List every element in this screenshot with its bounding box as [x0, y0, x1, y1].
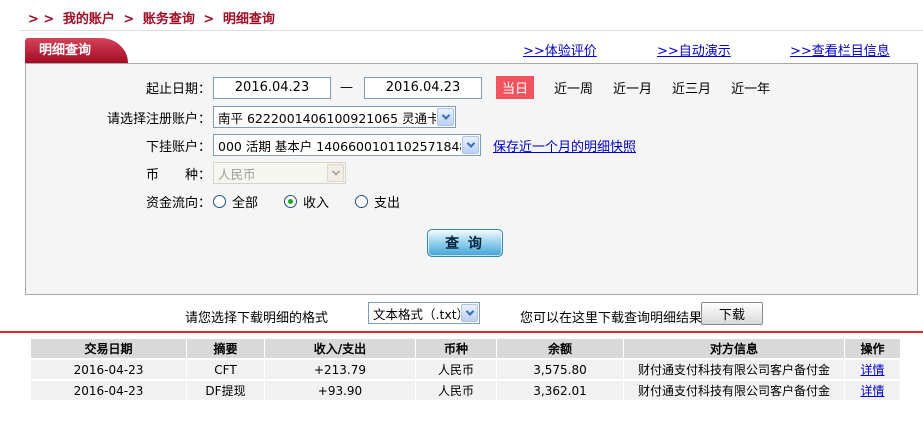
col-header-counterparty: 对方信息	[624, 339, 844, 358]
breadcrumb-item-account-query[interactable]: 账务查询	[143, 12, 195, 27]
range-last-3-months[interactable]: 近三月	[672, 78, 711, 97]
cell-date: 2016-04-23	[31, 381, 186, 400]
register-account-value: 南平 6222001406100921065 灵通卡	[218, 110, 436, 126]
auto-demo-link[interactable]: >>自动演示	[657, 40, 731, 59]
range-last-week[interactable]: 近一周	[554, 78, 593, 97]
cell-date: 2016-04-23	[31, 360, 186, 379]
chevron-down-icon	[466, 139, 475, 148]
breadcrumb-item-detail-query[interactable]: 明细查询	[223, 12, 275, 27]
detail-link[interactable]: 详情	[860, 363, 884, 377]
flow-radio-income-label: 收入	[303, 196, 330, 211]
currency-select: 人民币	[213, 162, 346, 184]
cell-summary: CFT	[187, 360, 264, 379]
date-range-dash: —	[340, 80, 353, 95]
breadcrumb-separator: >	[203, 12, 215, 27]
chevron-down-icon	[331, 167, 340, 176]
sub-account-dropdown-button[interactable]	[462, 136, 479, 154]
download-format-dropdown-button[interactable]	[461, 304, 478, 322]
fund-flow-row: 资金流向： 全部 收入 支出	[26, 192, 917, 211]
date-range-label: 起止日期：	[145, 82, 211, 97]
register-account-label: 请选择注册账户：	[106, 111, 211, 127]
detail-query-page: > > 我的账户 > 账务查询 > 明细查询 明细查询 >>体验评价 >>自动演…	[0, 0, 923, 423]
col-header-currency: 币种	[416, 339, 496, 358]
chevron-down-icon	[441, 111, 450, 120]
download-format-select[interactable]: 文本格式（.txt）	[368, 302, 480, 324]
table-header-row: 交易日期 摘要 收入/支出 币种 余额 对方信息 操作	[31, 339, 900, 358]
register-account-select[interactable]: 南平 6222001406100921065 灵通卡	[213, 106, 456, 128]
breadcrumb-separator: >	[123, 12, 135, 27]
currency-row: 币 种： 人民币	[26, 162, 917, 184]
col-header-summary: 摘要	[187, 339, 264, 358]
fund-flow-label: 资金流向：	[145, 196, 211, 211]
table-row: 2016-04-23 DF提现 +93.90 人民币 3,362.01 财付通支…	[31, 381, 900, 400]
tab-label: 明细查询	[39, 43, 92, 58]
download-format-label: 请您选择下载明细的格式	[185, 311, 329, 326]
column-info-link[interactable]: >>查看栏目信息	[790, 40, 890, 59]
col-header-date: 交易日期	[31, 339, 186, 358]
red-divider	[0, 331, 923, 333]
currency-value: 人民币	[218, 166, 256, 182]
query-button[interactable]: 查 询	[426, 229, 503, 257]
col-header-amount: 收入/支出	[265, 339, 415, 358]
sub-account-value: 000 活期 基本户 1406600101102571848	[218, 138, 461, 154]
currency-label: 币 种：	[145, 167, 211, 183]
sub-account-label: 下挂账户：	[145, 139, 211, 155]
query-form-panel: 起止日期： — 当日 近一周 近一月 近三月 近一年 请选择注册账户： 南平 6…	[25, 63, 918, 295]
date-range-row: 起止日期： — 当日 近一周 近一月 近三月 近一年	[26, 76, 917, 99]
cell-currency: 人民币	[416, 381, 496, 400]
register-account-row: 请选择注册账户： 南平 6222001406100921065 灵通卡	[26, 106, 917, 128]
cell-summary: DF提现	[187, 381, 264, 400]
date-to-input[interactable]	[364, 76, 482, 99]
download-hint: 您可以在这里下载查询明细结果	[520, 311, 703, 326]
transaction-table: 交易日期 摘要 收入/支出 币种 余额 对方信息 操作 2016-04-23 C…	[30, 337, 901, 402]
breadcrumb-item-my-account[interactable]: 我的账户	[63, 12, 115, 27]
cell-amount: +213.79	[265, 360, 415, 379]
register-account-dropdown-button[interactable]	[437, 108, 454, 126]
table-row: 2016-04-23 CFT +213.79 人民币 3,575.80 财付通支…	[31, 360, 900, 379]
date-from-input[interactable]	[213, 76, 331, 99]
range-last-month[interactable]: 近一月	[613, 78, 652, 97]
tab-detail-query[interactable]: 明细查询	[25, 38, 129, 63]
cell-currency: 人民币	[416, 360, 496, 379]
range-today-badge[interactable]: 当日	[496, 76, 535, 99]
save-snapshot-link[interactable]: 保存近一个月的明细快照	[493, 136, 636, 155]
currency-dropdown-button	[327, 164, 344, 182]
breadcrumb-divider	[20, 30, 923, 31]
cell-counterparty: 财付通支付科技有限公司客户备付金	[624, 360, 844, 379]
cell-amount: +93.90	[265, 381, 415, 400]
download-button[interactable]: 下载	[701, 302, 763, 325]
detail-link[interactable]: 详情	[860, 384, 884, 398]
col-header-action: 操作	[845, 339, 900, 358]
sub-account-select[interactable]: 000 活期 基本户 1406600101102571848	[213, 134, 481, 156]
flow-radio-all[interactable]: 全部	[213, 192, 258, 211]
cell-balance: 3,362.01	[497, 381, 623, 400]
chevron-down-icon	[465, 307, 474, 316]
flow-radio-income[interactable]: 收入	[284, 192, 329, 211]
flow-radio-expense[interactable]: 支出	[355, 192, 400, 211]
breadcrumb-prefix: > >	[28, 12, 55, 27]
radio-unchecked-icon[interactable]	[213, 195, 226, 208]
radio-checked-icon[interactable]	[284, 195, 298, 208]
sub-account-row: 下挂账户： 000 活期 基本户 1406600101102571848 保存近…	[26, 134, 917, 156]
flow-radio-all-label: 全部	[232, 196, 259, 211]
download-format-value: 文本格式（.txt）	[373, 306, 460, 322]
flow-radio-expense-label: 支出	[374, 196, 401, 211]
experience-review-link[interactable]: >>体验评价	[523, 40, 597, 59]
radio-unchecked-icon[interactable]	[355, 195, 369, 208]
cell-balance: 3,575.80	[497, 360, 623, 379]
range-last-year[interactable]: 近一年	[731, 78, 770, 97]
breadcrumb: > > 我的账户 > 账务查询 > 明细查询	[28, 8, 279, 27]
cell-counterparty: 财付通支付科技有限公司客户备付金	[624, 381, 844, 400]
col-header-balance: 余额	[497, 339, 623, 358]
